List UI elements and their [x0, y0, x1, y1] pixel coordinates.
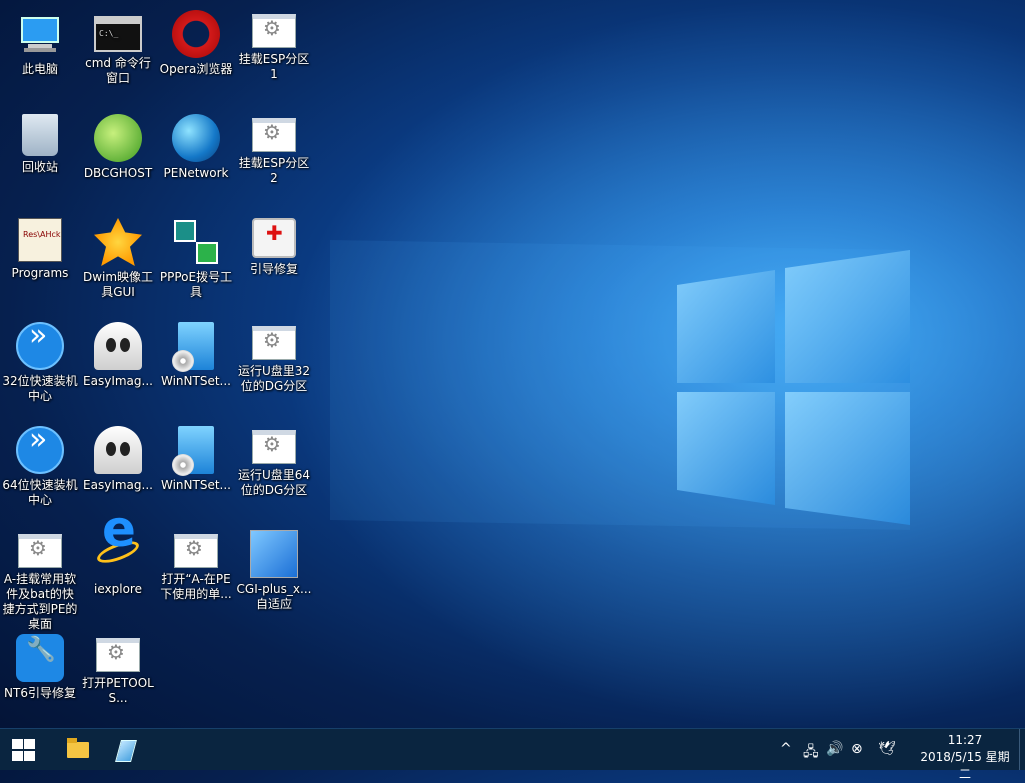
- start-button[interactable]: [0, 729, 48, 770]
- desktop-icon-label: 引导修复: [249, 262, 298, 276]
- taskbar-file-explorer[interactable]: [58, 729, 98, 770]
- desktop-icon[interactable]: CGI-plus_x...自适应: [235, 522, 313, 618]
- desktop-icon-label: Opera浏览器: [159, 62, 233, 76]
- desktop-icon[interactable]: A-挂载常用软件及bat的快捷方式到PE的桌面: [1, 522, 79, 631]
- desktop-icon[interactable]: cmd 命令行窗口: [79, 2, 157, 98]
- desktop-icon-label: 32位快速装机中心: [2, 374, 78, 403]
- desktop-icon[interactable]: Opera浏览器: [157, 2, 235, 98]
- wim-star-icon: [94, 218, 142, 266]
- desktop-icon[interactable]: 运行U盘里64位的DG分区: [235, 418, 313, 514]
- desktop-icon-label: 打开“A-在PE下使用的单...: [160, 572, 232, 601]
- chevron-circle-icon: [16, 426, 64, 474]
- desktop-icon-label: A-挂载常用软件及bat的快捷方式到PE的桌面: [2, 572, 78, 631]
- network-globe-icon: [172, 114, 220, 162]
- opera-icon: [172, 10, 220, 58]
- winntsetup-icon: [172, 322, 214, 372]
- system-clock[interactable]: 11:27 2018/5/15 星期二: [915, 732, 1015, 783]
- desktop-icon-label: 运行U盘里32位的DG分区: [237, 364, 311, 393]
- ghost-cartoon-icon: [94, 114, 142, 162]
- desktop-icon-label: EasyImag...: [83, 478, 153, 492]
- desktop-icon[interactable]: 64位快速装机中心: [1, 418, 79, 514]
- desktop-icon-label: PPPoE拨号工具: [159, 270, 233, 299]
- medkit-icon: [252, 218, 296, 258]
- desktop-icon[interactable]: DBCGHOST: [79, 106, 157, 202]
- ie-icon: [94, 522, 142, 578]
- desktop-icon-label: Programs: [11, 266, 69, 280]
- shortcut-settings-icon: [18, 534, 62, 568]
- folder-icon: [67, 738, 89, 758]
- programs-icon: [18, 218, 62, 262]
- desktop-icon[interactable]: iexplore: [79, 522, 157, 618]
- shortcut-settings-icon: [174, 534, 218, 568]
- desktop-icon-label: Dwim映像工具GUI: [82, 270, 154, 299]
- shortcut-settings-icon: [96, 638, 140, 672]
- cgi-icon: [250, 530, 298, 578]
- cmd-icon: [94, 16, 142, 52]
- desktop-icon-label: NT6引导修复: [4, 686, 76, 700]
- desktop-icon-label: WinNTSet...: [161, 374, 231, 388]
- pppoe-icon: [172, 218, 220, 266]
- shortcut-settings-icon: [252, 14, 296, 48]
- desktop-icon-label: WinNTSet...: [161, 478, 231, 492]
- desktop-icon[interactable]: NT6引导修复: [1, 626, 79, 722]
- desktop-icon-label: 此电脑: [21, 62, 58, 76]
- desktop-icon-label: 挂载ESP分区2: [238, 156, 310, 185]
- clock-date: 2018/5/15 星期二: [920, 750, 1010, 781]
- volume-icon[interactable]: 🔊: [826, 741, 843, 757]
- desktop-icon[interactable]: WinNTSet...: [157, 418, 235, 514]
- desktop-icon-label: CGI-plus_x...自适应: [236, 582, 312, 611]
- tray-chevron-icon[interactable]: ^: [780, 741, 792, 757]
- show-desktop-button[interactable]: [1019, 729, 1025, 770]
- desktop-icon[interactable]: 引导修复: [235, 210, 313, 306]
- desktop-icon[interactable]: 32位快速装机中心: [1, 314, 79, 410]
- desktop-icon-label: 挂载ESP分区1: [238, 52, 310, 81]
- desktop-icon[interactable]: PENetwork: [157, 106, 235, 202]
- desktop-icon[interactable]: 挂载ESP分区1: [235, 2, 313, 98]
- desktop-icon[interactable]: 打开PETOOLS...: [79, 626, 157, 722]
- chevron-circle-icon: [16, 322, 64, 370]
- taskbar-pe-tool[interactable]: [106, 729, 146, 770]
- desktop-icon[interactable]: 挂载ESP分区2: [235, 106, 313, 202]
- desktop-icon-label: 打开PETOOLS...: [82, 676, 154, 705]
- taskbar: ^ 🖧 🔊 ⊗ 🕊 11:27 2018/5/15 星期二: [0, 728, 1025, 781]
- desktop-icon-label: iexplore: [94, 582, 142, 596]
- shortcut-settings-icon: [252, 118, 296, 152]
- desktop-icon-label: cmd 命令行窗口: [85, 56, 151, 85]
- desktop-icon[interactable]: WinNTSet...: [157, 314, 235, 410]
- close-circle-icon[interactable]: ⊗: [851, 741, 863, 757]
- desktop-icon[interactable]: 运行U盘里32位的DG分区: [235, 314, 313, 410]
- ghost-icon: [94, 322, 142, 370]
- pe-tool-icon: [115, 740, 137, 762]
- desktop-icon[interactable]: Dwim映像工具GUI: [79, 210, 157, 306]
- desktop-icon[interactable]: EasyImag...: [79, 314, 157, 410]
- shortcut-settings-icon: [252, 326, 296, 360]
- desktop-icon-label: 64位快速装机中心: [2, 478, 78, 507]
- computer-icon: [16, 10, 64, 58]
- windows-start-icon: [12, 739, 36, 761]
- desktop-icon[interactable]: 此电脑: [1, 2, 79, 98]
- winntsetup-icon: [172, 426, 214, 476]
- desktop-icon[interactable]: 回收站: [1, 106, 79, 202]
- desktop-icon-label: 运行U盘里64位的DG分区: [237, 468, 311, 497]
- bird-icon[interactable]: 🕊: [878, 741, 896, 757]
- ghost-icon: [94, 426, 142, 474]
- wrench-icon: [16, 634, 64, 682]
- desktop-icon-label: PENetwork: [163, 166, 229, 180]
- desktop-icon-label: DBCGHOST: [83, 166, 153, 180]
- desktop-icon-label: 回收站: [21, 160, 58, 174]
- network-error-icon[interactable]: 🖧: [803, 741, 819, 765]
- desktop-icon[interactable]: 打开“A-在PE下使用的单...: [157, 522, 235, 618]
- desktop-icon[interactable]: Programs: [1, 210, 79, 306]
- clock-time: 11:27: [947, 733, 983, 747]
- shortcut-settings-icon: [252, 430, 296, 464]
- desktop-icon[interactable]: PPPoE拨号工具: [157, 210, 235, 306]
- desktop-icon-label: EasyImag...: [83, 374, 153, 388]
- recycle-bin-icon: [22, 114, 58, 156]
